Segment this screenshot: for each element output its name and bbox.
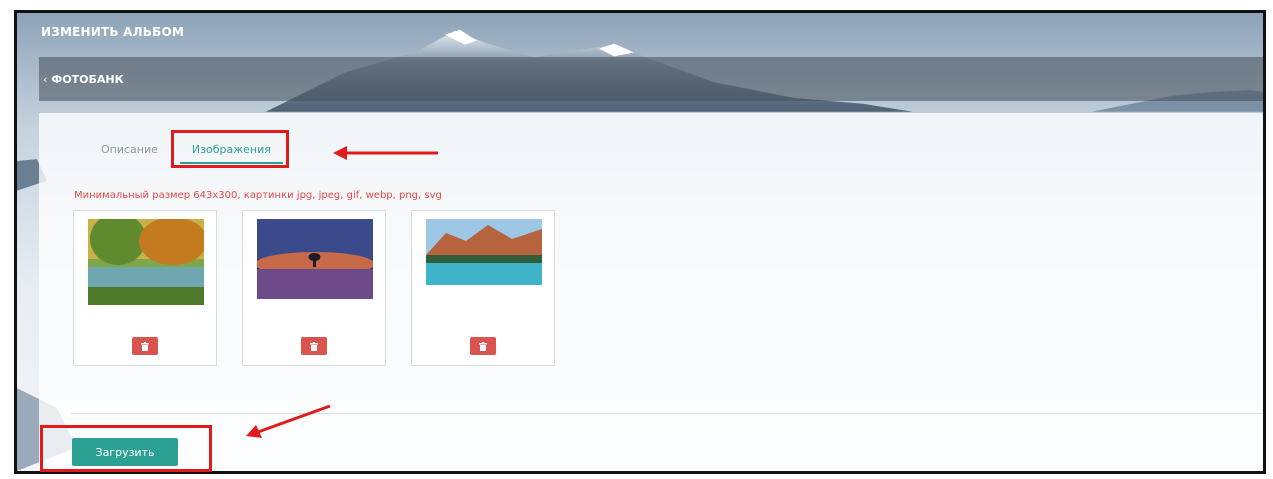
image-card [73, 210, 217, 366]
divider [71, 413, 1263, 414]
image-thumbnail[interactable] [88, 219, 204, 305]
delete-image-button[interactable] [132, 337, 158, 355]
annotation-highlight-box [171, 130, 289, 168]
image-thumbnail[interactable] [426, 219, 542, 285]
annotation-highlight-box [40, 425, 212, 472]
delete-image-button[interactable] [301, 337, 327, 355]
back-link[interactable]: ФОТОБАНК [51, 73, 123, 86]
back-nav-bar[interactable]: ‹ ФОТОБАНК [39, 57, 1263, 101]
chevron-left-icon: ‹ [43, 72, 48, 86]
trash-icon [310, 341, 318, 351]
image-card [242, 210, 386, 366]
trash-icon [479, 341, 487, 351]
app-window: ИЗМЕНИТЬ АЛЬБОМ ‹ ФОТОБАНК Описание Изоб… [14, 10, 1266, 474]
image-thumbnail[interactable] [257, 219, 373, 299]
delete-image-button[interactable] [470, 337, 496, 355]
page-title: ИЗМЕНИТЬ АЛЬБОМ [41, 25, 184, 39]
tab-description[interactable]: Описание [89, 143, 170, 164]
trash-icon [141, 341, 149, 351]
image-card [411, 210, 555, 366]
upload-hint: Минимальный размер 643x300, картинки jpg… [74, 190, 442, 201]
